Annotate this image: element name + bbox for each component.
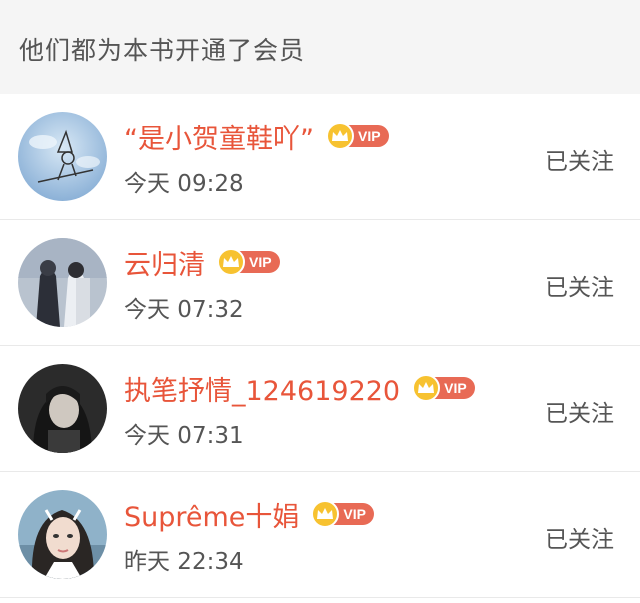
vip-members-page: 他们都为本书开通了会员 “是小贺童鞋吖” VIP 今天 09:28 已关注 云归… bbox=[0, 0, 640, 603]
section-header: 他们都为本书开通了会员 bbox=[0, 0, 640, 94]
avatar-two-figures-image bbox=[18, 238, 107, 327]
avatar-dark-portrait-image bbox=[18, 364, 107, 453]
vip-badge: VIP bbox=[311, 500, 374, 528]
username[interactable]: 云归清 bbox=[124, 243, 205, 282]
avatar-girl-selfie-image bbox=[18, 490, 107, 579]
member-row[interactable]: 执笔抒情_124619220 VIP 今天 07:31 已关注 bbox=[0, 346, 640, 472]
timestamp: 今天 09:28 bbox=[124, 171, 244, 197]
crown-icon bbox=[325, 122, 354, 150]
member-row[interactable]: “是小贺童鞋吖” VIP 今天 09:28 已关注 bbox=[0, 94, 640, 220]
crown-icon bbox=[217, 248, 245, 276]
member-list: “是小贺童鞋吖” VIP 今天 09:28 已关注 云归清 VIP 今天 07:… bbox=[0, 94, 640, 598]
following-button[interactable]: 已关注 bbox=[545, 142, 614, 176]
avatar[interactable] bbox=[18, 112, 107, 201]
avatar[interactable] bbox=[18, 364, 107, 453]
member-row[interactable]: 云归清 VIP 今天 07:32 已关注 bbox=[0, 220, 640, 346]
avatar[interactable] bbox=[18, 490, 107, 579]
avatar[interactable] bbox=[18, 238, 107, 327]
section-title: 他们都为本书开通了会员 bbox=[19, 36, 306, 65]
username[interactable]: Suprême十娟 bbox=[124, 495, 299, 534]
timestamp: 今天 07:31 bbox=[124, 423, 244, 449]
following-button[interactable]: 已关注 bbox=[545, 520, 614, 554]
vip-badge: VIP bbox=[412, 374, 475, 402]
following-button[interactable]: 已关注 bbox=[545, 394, 614, 428]
avatar-witch-sky-image bbox=[18, 112, 107, 201]
vip-badge: VIP bbox=[217, 248, 280, 276]
timestamp: 今天 07:32 bbox=[124, 297, 244, 323]
username[interactable]: 执笔抒情_124619220 bbox=[124, 369, 400, 408]
crown-icon bbox=[412, 374, 441, 402]
following-button[interactable]: 已关注 bbox=[545, 268, 614, 302]
vip-badge: VIP bbox=[325, 122, 389, 150]
username[interactable]: “是小贺童鞋吖” bbox=[124, 117, 314, 156]
member-row[interactable]: Suprême十娟 VIP 昨天 22:34 已关注 bbox=[0, 472, 640, 598]
timestamp: 昨天 22:34 bbox=[124, 549, 244, 575]
